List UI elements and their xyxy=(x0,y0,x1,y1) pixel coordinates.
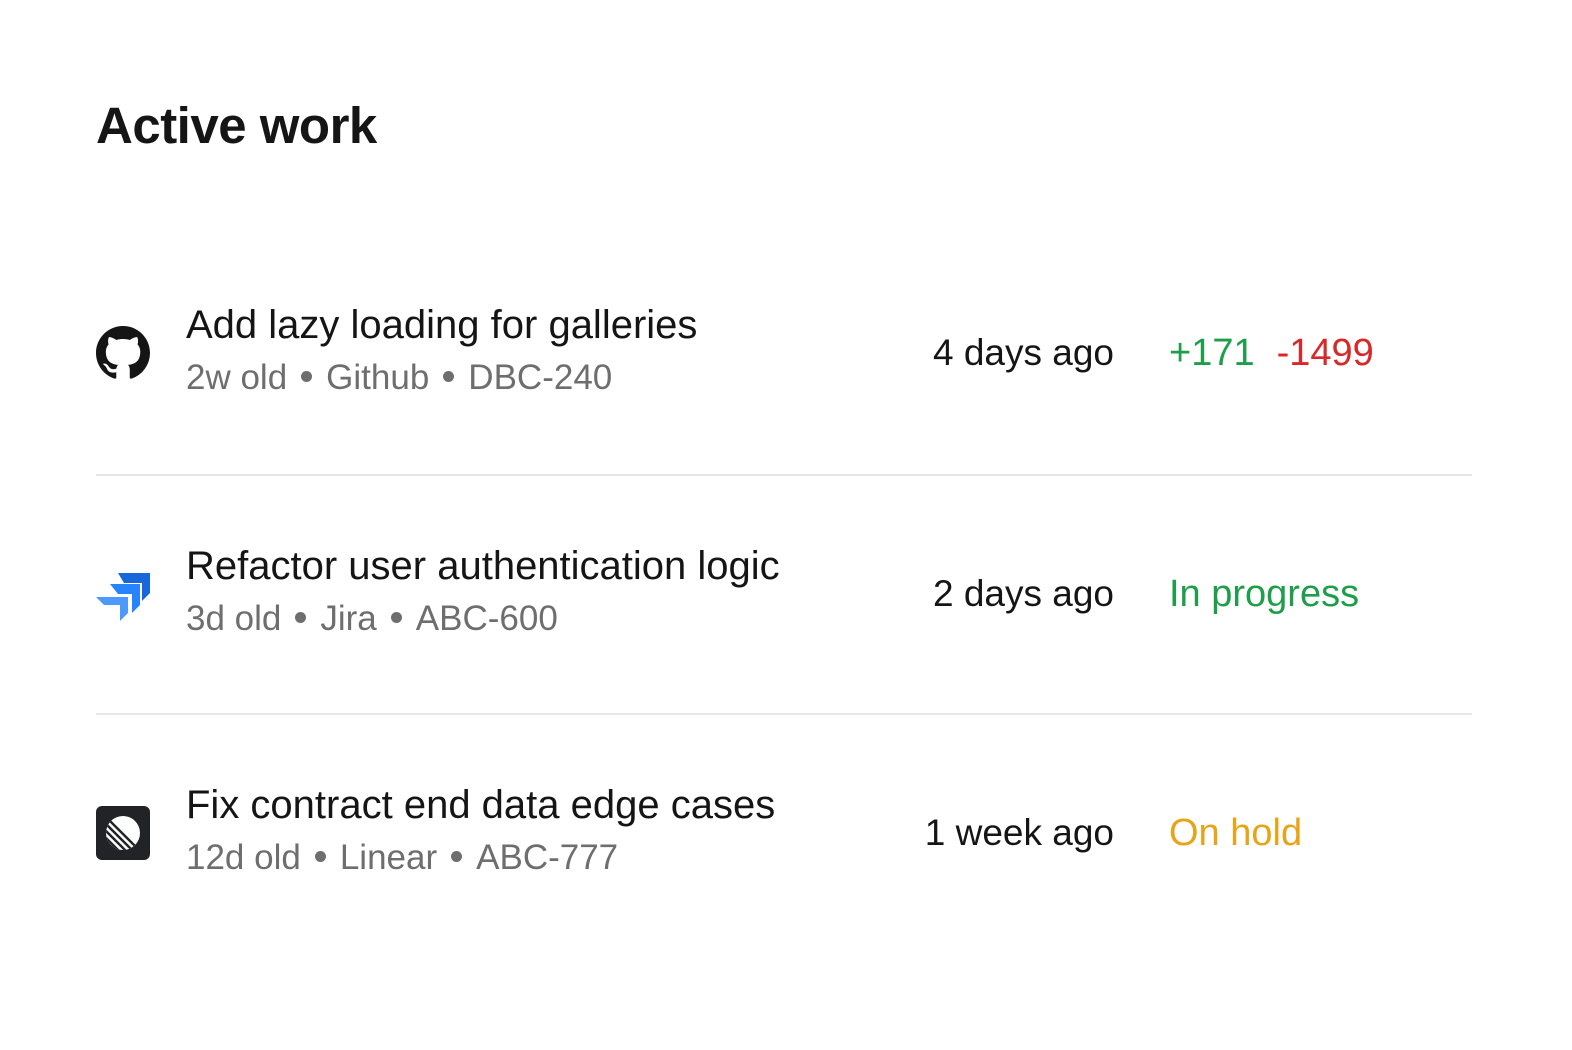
work-item-age: 2w old xyxy=(186,358,288,397)
work-item[interactable]: Refactor user authentication logic 3d ol… xyxy=(96,474,1472,713)
work-list: Add lazy loading for galleries 2w old Git… xyxy=(96,235,1472,952)
work-item-meta: 3d old Jira ABC-600 xyxy=(186,598,780,640)
work-item-ticket[interactable]: ABC-777 xyxy=(476,838,618,877)
work-item[interactable]: Fix contract end data edge cases 12d old… xyxy=(96,713,1472,952)
work-item-age: 12d old xyxy=(186,838,301,877)
work-item-updated: 1 week ago xyxy=(924,812,1114,853)
page-title: Active work xyxy=(96,97,377,154)
work-item-title[interactable]: Add lazy loading for galleries xyxy=(186,301,697,349)
work-item-diff-stats: +171 -1499 xyxy=(1169,331,1374,377)
work-item-meta: 12d old Linear ABC-777 xyxy=(186,837,775,879)
work-item[interactable]: Add lazy loading for galleries 2w old Git… xyxy=(96,235,1472,474)
linear-icon xyxy=(96,806,150,860)
jira-icon xyxy=(96,567,150,621)
separator-dot-icon xyxy=(295,612,307,624)
github-icon xyxy=(96,326,150,380)
separator-dot-icon xyxy=(451,851,463,863)
status-badge: In progress xyxy=(1169,573,1360,615)
work-item-source: Jira xyxy=(320,599,377,638)
diff-additions: +171 xyxy=(1169,332,1255,374)
work-item-updated: 4 days ago xyxy=(932,332,1114,373)
separator-dot-icon xyxy=(314,851,326,863)
work-item-title[interactable]: Refactor user authentication logic xyxy=(186,542,780,590)
work-item-ticket[interactable]: DBC-240 xyxy=(468,358,612,397)
work-item-age: 3d old xyxy=(186,599,282,638)
work-item-details: Fix contract end data edge cases 12d old… xyxy=(186,781,775,879)
work-item-meta: 2w old Github DBC-240 xyxy=(186,357,697,399)
work-item-source: Linear xyxy=(339,838,438,877)
work-item-details: Add lazy loading for galleries 2w old Git… xyxy=(186,301,697,399)
diff-deletions: -1499 xyxy=(1276,332,1374,374)
work-item-title[interactable]: Fix contract end data edge cases xyxy=(186,781,775,829)
work-item-details: Refactor user authentication logic 3d ol… xyxy=(186,542,780,640)
work-item-ticket[interactable]: ABC-600 xyxy=(416,599,558,638)
work-item-source: Github xyxy=(326,358,430,397)
separator-dot-icon xyxy=(390,612,402,624)
status-badge: On hold xyxy=(1169,812,1303,854)
separator-dot-icon xyxy=(443,371,455,383)
work-item-updated: 2 days ago xyxy=(932,573,1114,614)
separator-dot-icon xyxy=(301,371,313,383)
